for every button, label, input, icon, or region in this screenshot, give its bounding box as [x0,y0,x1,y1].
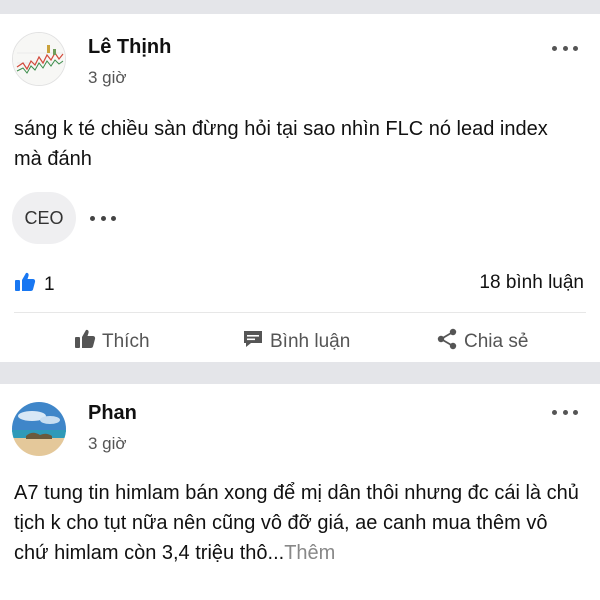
share-button[interactable]: Chia sẻ [436,328,528,356]
author-name[interactable]: Phan [88,402,137,425]
thumbs-up-icon [14,272,36,298]
share-icon [436,328,458,356]
divider [14,312,586,313]
avatar[interactable] [12,32,66,86]
post-text-container: A7 tung tin himlam bán xong để mị dân th… [14,478,580,568]
more-options-icon[interactable] [552,408,578,416]
author-name[interactable]: Lê Thịnh [88,36,171,59]
see-more-link[interactable]: Thêm [284,542,335,564]
like-label: Thích [102,331,150,352]
tag-chip[interactable]: CEO [12,192,76,244]
post-time: 3 giờ [88,434,127,453]
like-count: 1 [44,274,55,295]
more-tags-icon[interactable] [90,214,116,222]
comment-icon [242,329,264,355]
like-summary[interactable]: 1 [14,272,55,298]
avatar[interactable] [12,402,66,456]
thumbs-up-icon [74,329,96,355]
more-options-icon[interactable] [552,44,578,52]
comment-count[interactable]: 18 bình luận [479,272,584,294]
post-time: 3 giờ [88,68,127,87]
comment-label: Bình luận [270,331,351,352]
post-card: Phan 3 giờ A7 tung tin himlam bán xong đ… [0,384,600,600]
comment-button[interactable]: Bình luận [242,328,350,356]
share-label: Chia sẻ [464,331,529,352]
post-text: sáng k té chiều sàn đừng hỏi tại sao nhì… [14,118,548,170]
post-card: Lê Thịnh 3 giờ sáng k té chiều sàn đừng … [0,14,600,362]
like-button[interactable]: Thích [74,328,150,356]
